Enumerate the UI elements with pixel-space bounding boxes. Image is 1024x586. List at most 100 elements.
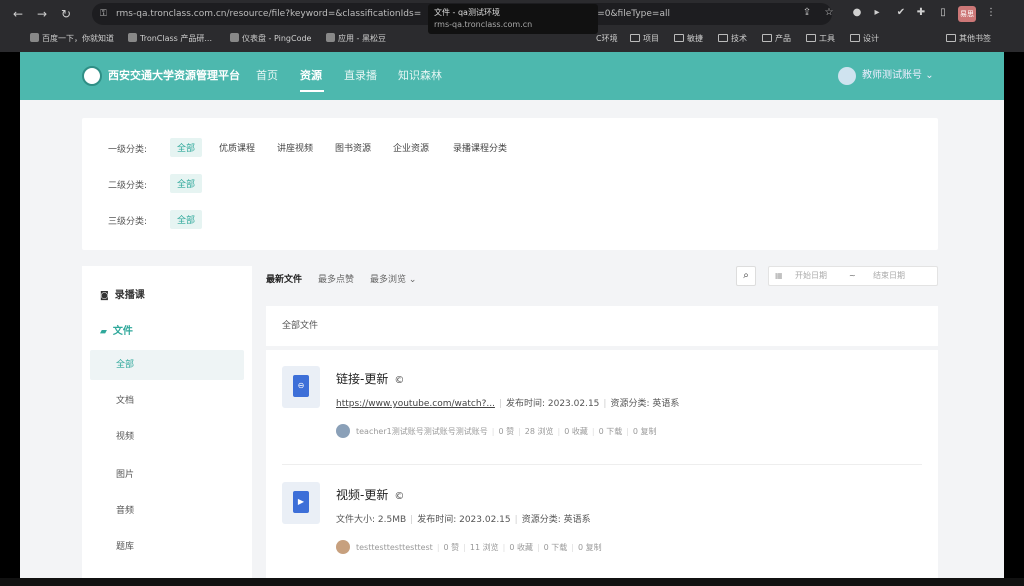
file-list: ⊖ 链接-更新 © https://www.youtube.com/watch?.… [266,350,938,578]
file-thumbnail: ▶ [282,482,320,524]
sidebar-item-all[interactable]: 全部 [90,350,244,380]
bookmark-folder[interactable]: 技术 [718,32,747,46]
bookmark-item[interactable]: 应用 - 黑松豆 [326,32,386,46]
address-url-tail: =0&fileType=all [597,9,670,19]
filter-level1-option[interactable]: 录播课程分类 [446,138,514,157]
sidepanel-icon[interactable]: ▯ [936,6,950,20]
folder-icon [946,34,956,42]
folder-icon [674,34,684,42]
puzzle-icon[interactable]: ✚ [914,6,928,20]
chevron-down-icon: ⌄ [406,275,417,285]
bookmarks-bar: 百度一下，你就知道 TronClass 产品研... 仪表盘 - PingCod… [0,28,1024,50]
nav-knowledge-forest[interactable]: 知识森林 [398,52,442,100]
link-file-icon: ⊖ [293,375,309,397]
menu-icon[interactable]: ⋮ [984,6,998,20]
copy-count: 0 复制 [632,427,657,436]
sort-most-liked[interactable]: 最多点赞 [318,272,354,285]
nav-home[interactable]: 首页 [256,52,278,100]
sidebar-files[interactable]: ▰ 文件 [100,322,133,337]
file-title[interactable]: 视频-更新 © [336,486,404,503]
file-thumbnail: ⊖ [282,366,320,408]
page: 西安交通大学资源管理平台 首页 资源 直录播 知识森林 教师测试账号 ⌄ 一级分… [20,52,1004,578]
filter-level1-option[interactable]: 图书资源 [328,138,378,157]
user-menu[interactable]: 教师测试账号 ⌄ [862,52,934,100]
reload-icon[interactable]: ↻ [58,6,74,22]
view-count: 28 浏览 [524,427,554,436]
nav-active-indicator [300,90,324,92]
back-icon[interactable]: ← [10,6,26,22]
search-icon[interactable]: ⌕ [736,266,756,286]
start-date-input[interactable]: 开始日期 [795,267,827,285]
folder-icon [762,34,772,42]
file-stats: testtesttesttesttest | 0 赞 | 11 浏览 | 0 收藏 | 0 下载… [336,540,602,554]
like-count: 0 赞 [498,427,515,436]
bookmark-item[interactable]: TronClass 产品研... [128,32,212,46]
download-count: 0 下载 [543,543,568,552]
nav-resources[interactable]: 资源 [300,52,322,100]
favorite-count: 0 收藏 [564,427,588,436]
star-icon[interactable]: ☆ [822,6,836,20]
bookmark-item[interactable]: 百度一下，你就知道 [30,32,114,46]
filter-level1-option[interactable]: 企业资源 [386,138,436,157]
filter-level1-all[interactable]: 全部 [170,138,203,157]
sidebar-item-question-bank[interactable]: 题库 [90,532,244,562]
extension-check-icon[interactable]: ✔ [894,6,908,20]
like-count: 0 赞 [443,543,460,552]
file-meta: https://www.youtube.com/watch?... | 发布时间: … [336,399,680,409]
sidebar-item-videos[interactable]: 视频 [90,422,244,452]
bookmark-folder[interactable]: 敏捷 [674,32,703,46]
bookmark-item[interactable]: 仪表盘 - PingCode [230,32,311,46]
bookmark-folder[interactable]: 项目 [630,32,659,46]
resource-category: 资源分类: 英语系 [610,399,680,409]
baidu-icon [30,33,39,42]
user-avatar[interactable] [838,67,856,85]
extension-icon[interactable]: ● [850,6,864,20]
nav-live[interactable]: 直录播 [344,52,377,100]
publish-time: 发布时间: 2023.02.15 [417,515,511,525]
sidebar-item-audio[interactable]: 音频 [90,496,244,526]
folder-icon [850,34,860,42]
file-link[interactable]: https://www.youtube.com/watch?... [336,399,495,409]
date-range-picker[interactable]: ▦ 开始日期 ~ 结束日期 [768,266,938,286]
sidebar-item-documents[interactable]: 文档 [90,386,244,416]
app-icon [326,33,335,42]
filter-label-level3: 三级分类: [108,217,148,227]
list-item[interactable]: ⊖ 链接-更新 © https://www.youtube.com/watch?.… [266,350,938,458]
address-row: ← → ↻ ⚿ rms-qa.tronclass.com.cn/resource… [0,0,1024,34]
sort-most-viewed[interactable]: 最多浏览 ⌄ [370,272,416,285]
file-size: 文件大小: 2.5MB [336,515,407,525]
sort-newest[interactable]: 最新文件 [266,272,302,285]
dock-edge [0,578,1024,586]
tronclass-icon [128,33,137,42]
sidebar-lecture[interactable]: ◙ 录播课 [100,286,145,301]
author-name: testtesttesttesttest [356,543,433,552]
calendar-icon: ▦ [775,271,783,280]
file-type-sidebar: ◙ 录播课 ▰ 文件 全部 文档 视频 图片 音频 题库 [82,266,252,578]
bookmark-folder[interactable]: 产品 [762,32,791,46]
filter-level3-all[interactable]: 全部 [170,210,203,229]
profile-avatar[interactable]: 易思 [958,6,976,22]
share-icon[interactable]: ⇪ [800,6,814,20]
sidebar-item-images[interactable]: 图片 [90,460,244,490]
publish-time: 发布时间: 2023.02.15 [505,399,600,409]
bookmark-folder[interactable]: 设计 [850,32,879,46]
tooltip-title: 文件 - qa测试环境 [434,8,500,17]
lock-icon: ⚿ [100,9,107,19]
bookmark-folder[interactable]: 其他书签 [946,32,991,46]
filter-level1-option[interactable]: 优质课程 [212,138,262,157]
forward-icon[interactable]: → [34,6,50,22]
bookmark-item[interactable]: C环境 [596,32,618,46]
favorite-count: 0 收藏 [509,543,533,552]
author-name: teacher1测试账号测试账号测试账号 [356,427,488,436]
list-item[interactable]: ▶ 视频-更新 © 文件大小: 2.5MB | 发布时间: 2023.02.15 | 资源… [266,466,938,574]
filter-level2-all[interactable]: 全部 [170,174,203,193]
filter-level1-option[interactable]: 讲座视频 [270,138,320,157]
file-title[interactable]: 链接-更新 © [336,370,404,387]
extension-arrow-icon[interactable]: ▸ [870,6,884,20]
avatar [336,424,350,438]
sort-bar: 最新文件 最多点赞 最多浏览 ⌄ ⌕ ▦ 开始日期 ~ 结束日期 [266,266,938,294]
brand-title: 西安交通大学资源管理平台 [108,69,240,82]
end-date-input[interactable]: 结束日期 [873,267,905,285]
list-divider [282,464,922,465]
bookmark-folder[interactable]: 工具 [806,32,835,46]
